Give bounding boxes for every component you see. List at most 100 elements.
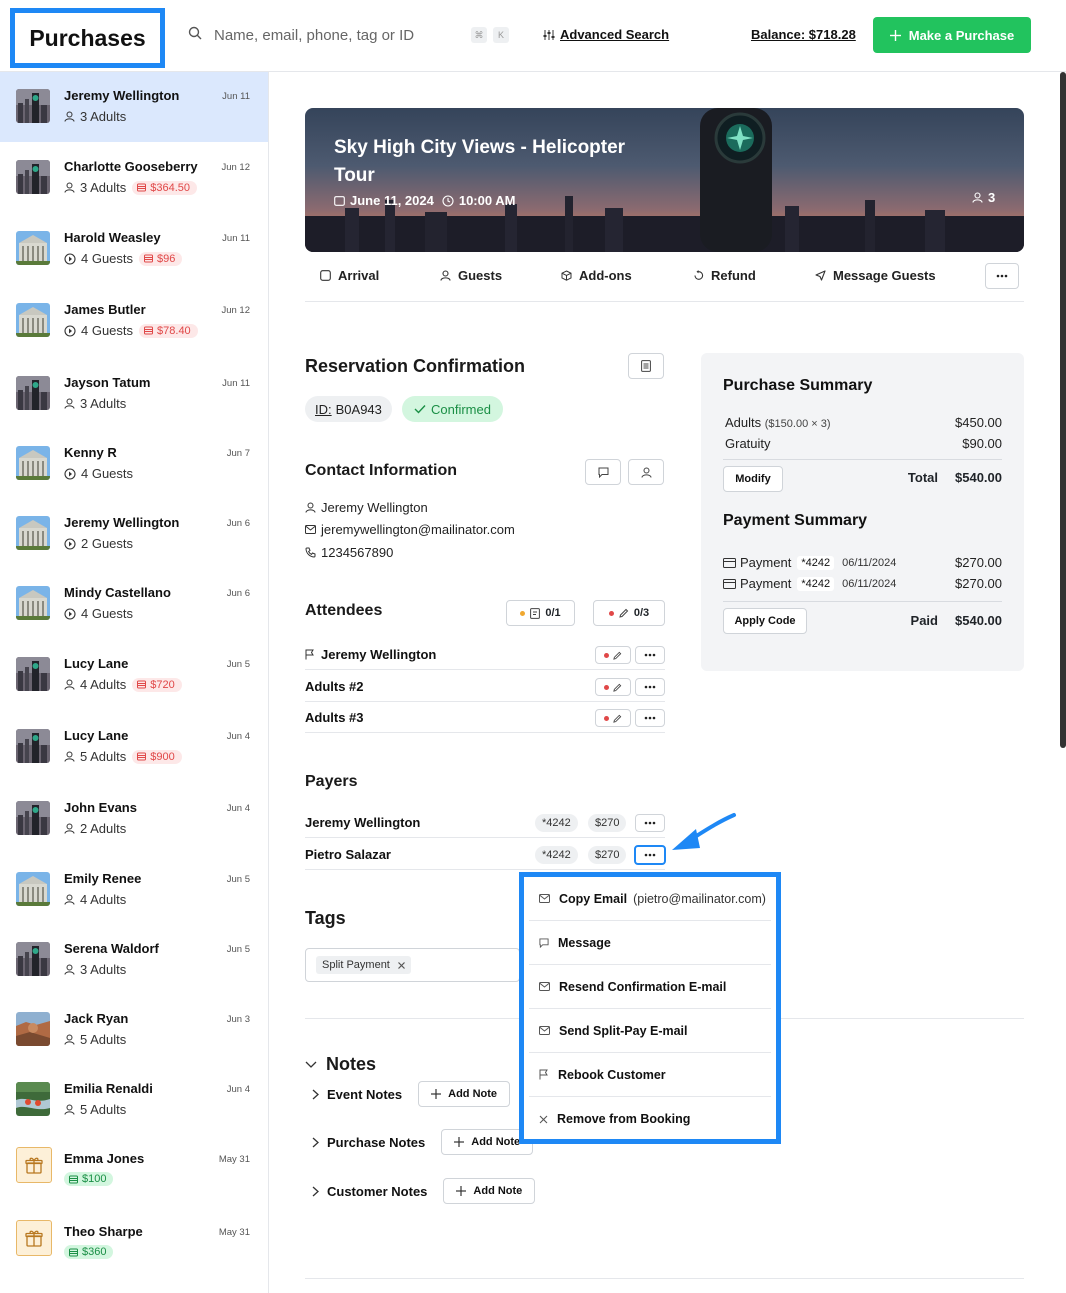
tab-refund[interactable]: Refund <box>693 268 756 283</box>
menu-item-sublabel: (pietro@mailinator.com) <box>633 891 766 906</box>
play-circle-icon <box>64 467 76 480</box>
send-icon <box>815 270 826 281</box>
menu-item[interactable]: Rebook Customer <box>529 1053 771 1097</box>
contact-phone-value: 1234567890 <box>321 545 394 560</box>
tab-message-guests[interactable]: Message Guests <box>815 268 936 283</box>
waiver-status-button[interactable]: 0/1 <box>506 600 575 626</box>
customer-name: Serena Waldorf <box>64 941 159 956</box>
guest-count-label: 5 Adults <box>80 749 127 764</box>
refund-icon <box>694 270 704 280</box>
purchase-list-item[interactable]: Emily Renee Jun 5 4 Adults <box>0 855 268 925</box>
tags-input[interactable]: Split Payment <box>305 948 520 982</box>
attendee-more-button[interactable] <box>635 678 665 696</box>
purchase-list-item[interactable]: Lucy Lane Jun 4 5 Adults $900 <box>0 712 268 782</box>
guest-count-label: 3 Adults <box>80 180 127 195</box>
note-section[interactable]: Event Notes Add Note <box>312 1081 511 1107</box>
purchase-list-item[interactable]: Serena Waldorf Jun 5 3 Adults <box>0 925 268 995</box>
attendee-form-button[interactable] <box>595 646 631 664</box>
menu-item[interactable]: Resend Confirmation E-mail <box>529 965 771 1009</box>
event-thumbnail <box>16 231 50 265</box>
purchase-list-item[interactable]: John Evans Jun 4 2 Adults <box>0 784 268 854</box>
menu-item[interactable]: Send Split-Pay E-mail <box>529 1009 771 1053</box>
attendee-label: Adults #2 <box>305 679 364 694</box>
more-options-button[interactable] <box>985 263 1019 289</box>
tab-guests[interactable]: Guests <box>440 268 502 283</box>
add-note-button[interactable]: Add Note <box>418 1081 511 1107</box>
adults-label: Adults <box>725 415 762 430</box>
attendee-more-button[interactable] <box>635 709 665 727</box>
guest-count: 4 Guests <box>64 466 133 481</box>
gratuity-amount: $90.00 <box>962 436 1002 451</box>
purchase-list-item[interactable]: Emilia Renaldi Jun 4 5 Adults <box>0 1065 268 1135</box>
purchase-list-item[interactable]: Emma Jones May 31 $100 <box>0 1135 268 1205</box>
customer-name: Lucy Lane <box>64 656 129 671</box>
purchase-list-item[interactable]: Jeremy Wellington Jun 6 2 Guests <box>0 499 268 569</box>
remove-tag-icon[interactable] <box>397 961 405 969</box>
purchase-date: Jun 5 <box>226 944 250 955</box>
purchase-list-item[interactable]: Lucy Lane Jun 5 4 Adults $720 <box>0 640 268 710</box>
ellipsis-icon <box>644 821 656 825</box>
purchase-date: Jun 11 <box>222 91 250 102</box>
search-input[interactable] <box>214 24 464 46</box>
flag-icon <box>539 1069 549 1080</box>
attendee-name: Adults #2 <box>305 679 364 694</box>
purchase-list-item[interactable]: James Butler Jun 12 4 Guests $78.40 <box>0 286 268 356</box>
purchase-date: May 31 <box>218 1227 250 1238</box>
menu-item[interactable]: Copy Email (pietro@mailinator.com) <box>529 877 771 921</box>
tab-arrival[interactable]: Arrival <box>320 268 379 283</box>
payer-more-button[interactable] <box>635 814 665 832</box>
tab-label: Guests <box>458 268 503 283</box>
advanced-search-link[interactable]: Advanced Search <box>543 27 669 42</box>
money-icon <box>144 254 154 263</box>
purchase-summary-title: Purchase Summary <box>723 377 873 394</box>
money-icon <box>69 1175 78 1184</box>
guest-count-value: 3 <box>988 190 996 205</box>
menu-item[interactable]: Remove from Booking <box>529 1097 771 1141</box>
purchase-list-item[interactable]: Harold Weasley Jun 11 4 Guests $96 <box>0 214 268 284</box>
add-note-button[interactable]: Add Note <box>443 1178 536 1204</box>
purchase-date: Jun 11 <box>222 233 250 244</box>
message-contact-button[interactable] <box>585 459 621 485</box>
note-section[interactable]: Purchase Notes Add Note <box>312 1129 534 1155</box>
balance-due-badge: $900 <box>132 749 182 764</box>
forms-status-button[interactable]: 0/3 <box>593 600 665 626</box>
purchase-list-item[interactable]: Charlotte Gooseberry Jun 12 3 Adults $364.5… <box>0 143 268 213</box>
play-circle-icon <box>64 607 76 620</box>
error-dot-icon <box>604 684 609 690</box>
receipt-button[interactable] <box>628 353 664 379</box>
attendee-form-button[interactable] <box>595 678 631 696</box>
menu-item[interactable]: Message <box>529 921 771 965</box>
note-section[interactable]: Customer Notes Add Note <box>312 1178 536 1204</box>
payer-more-button-active[interactable] <box>634 845 666 865</box>
modify-button[interactable]: Modify <box>723 466 783 492</box>
view-customer-button[interactable] <box>628 459 664 485</box>
attendee-more-button[interactable] <box>635 646 665 664</box>
purchase-list-item[interactable]: Kenny R Jun 7 4 Guests <box>0 429 268 499</box>
scrollbar[interactable] <box>1060 72 1066 748</box>
attendee-form-button[interactable] <box>595 709 631 727</box>
status-badge: Confirmed <box>402 396 503 422</box>
purchase-list-item[interactable]: Mindy Castellano Jun 6 4 Guests <box>0 569 268 639</box>
notes-header[interactable]: Notes <box>305 1054 376 1075</box>
balance-due-badge: $364.50 <box>132 180 198 195</box>
apply-code-button[interactable]: Apply Code <box>723 608 807 634</box>
purchase-meta: 2 Guests <box>64 536 133 551</box>
purchase-list-item[interactable]: Jayson Tatum Jun 11 3 Adults <box>0 359 268 429</box>
purchase-date: Jun 6 <box>226 588 250 599</box>
tab-addons[interactable]: Add-ons <box>561 268 632 283</box>
purchase-list-item[interactable]: Theo Sharpe May 31 $360 <box>0 1208 268 1278</box>
error-dot-icon <box>608 610 614 616</box>
balance-link[interactable]: Balance: $718.28 <box>751 27 856 42</box>
chevron-down-icon <box>305 1061 317 1068</box>
advanced-search-label: Advanced Search <box>560 27 670 42</box>
purchase-list-item[interactable]: Jack Ryan Jun 3 5 Adults <box>0 995 268 1065</box>
chat-icon <box>598 467 608 478</box>
event-thumbnail <box>16 376 50 410</box>
make-purchase-button[interactable]: Make a Purchase <box>873 17 1031 53</box>
guest-count-label: 3 Adults <box>80 109 127 124</box>
gratuity-label: Gratuity <box>725 436 771 451</box>
purchase-meta: 5 Adults <box>64 1102 126 1117</box>
mail-icon <box>305 525 316 534</box>
guest-count: 5 Adults <box>64 749 126 764</box>
purchase-list-item[interactable]: Jeremy Wellington Jun 11 3 Adults <box>0 72 268 142</box>
